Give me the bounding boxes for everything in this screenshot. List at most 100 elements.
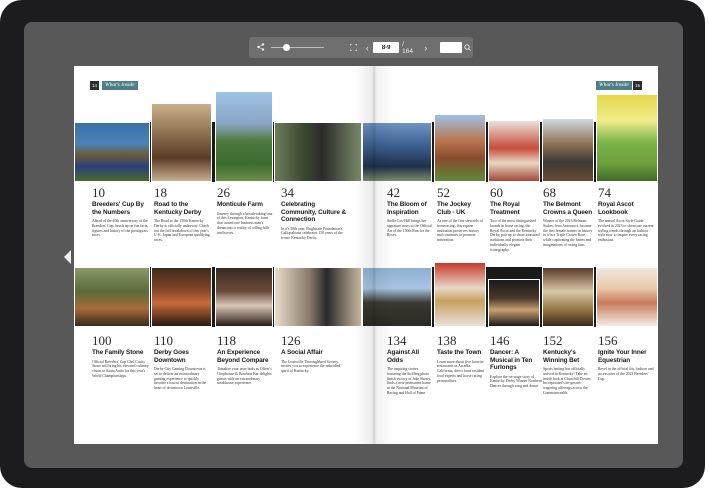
prev-page-button[interactable]: ‹ bbox=[362, 43, 374, 53]
toc-description: Learn more about five favorite restauran… bbox=[437, 359, 485, 383]
toc-title: The Belmont Crowns a Queen bbox=[543, 201, 593, 216]
toc-title: A Social Affair bbox=[281, 349, 323, 356]
toc-entry[interactable]: 138 Taste the Town Learn more about five… bbox=[437, 334, 485, 383]
right-page-number: 15 bbox=[633, 81, 642, 90]
toc-title: Road to the Kentucky Derby bbox=[154, 201, 202, 216]
museum-photo bbox=[362, 267, 432, 327]
toc-description: Explore the on-stage story of Kentucky D… bbox=[490, 374, 542, 389]
toc-page-number: 146 bbox=[490, 333, 510, 348]
toc-title: The Bloom of Inspiration bbox=[387, 201, 427, 216]
toc-page-number: 26 bbox=[217, 185, 230, 200]
left-page-number: 14 bbox=[90, 81, 99, 90]
toc-page-number: 18 bbox=[154, 185, 167, 200]
toc-title: Derby Goes Downtown bbox=[154, 349, 189, 364]
toc-title: Kentucky's Winning Bet bbox=[543, 349, 580, 364]
toc-page-number: 110 bbox=[154, 333, 174, 348]
toc-title: Monticule Farm bbox=[217, 201, 263, 208]
toc-description: Two of the most distinguished brands in … bbox=[490, 219, 540, 252]
toc-description: The Louisville Thoroughbred Society invi… bbox=[281, 359, 341, 374]
toc-title: The Family Stone bbox=[92, 349, 144, 356]
downtown-gaming-photo bbox=[151, 267, 212, 327]
toc-page-number: 52 bbox=[437, 185, 450, 200]
toc-page-number: 138 bbox=[437, 333, 457, 348]
toc-page-number: 156 bbox=[598, 333, 618, 348]
toc-page-number: 134 bbox=[387, 333, 407, 348]
toc-description: Sports betting has officially arrived in… bbox=[543, 367, 591, 395]
royal-treatment-photo bbox=[488, 120, 540, 182]
toc-description: The Road to the 150th Kentucky Derby is … bbox=[154, 219, 210, 243]
toc-entry[interactable]: 100 The Family Stone Official Breeders' … bbox=[92, 334, 150, 379]
toc-title: The Jockey Club - UK bbox=[437, 201, 471, 216]
toc-title: Against All Odds bbox=[387, 349, 420, 364]
tablet-frame: ‹ / 164 › 14 What's Inside What's Inside… bbox=[0, 0, 705, 488]
previous-spread-arrow[interactable] bbox=[64, 250, 71, 264]
toc-entry[interactable]: 60 The Royal Treatment Two of the most d… bbox=[490, 186, 540, 253]
steakhouse-photo bbox=[215, 267, 273, 327]
toc-entry[interactable]: 152 Kentucky's Winning Bet Sports bettin… bbox=[543, 334, 595, 396]
toc-title: The Royal Treatment bbox=[490, 201, 520, 216]
toc-entry[interactable]: 146 Dancer: A Musical in Ten Furlongs Ex… bbox=[490, 334, 542, 389]
toc-page-number: 118 bbox=[217, 333, 237, 348]
toc-entry[interactable]: 68 The Belmont Crowns a Queen Winner of … bbox=[543, 186, 595, 248]
toc-description: Official Breeders' Cup Chef Curtis Stone… bbox=[92, 359, 149, 378]
toc-entry[interactable]: 110 Derby Goes Downtown Derby City Gamin… bbox=[154, 334, 210, 391]
toc-page-number: 60 bbox=[490, 185, 503, 200]
right-section-label: What's Inside bbox=[596, 81, 632, 90]
jockey-club-photo bbox=[434, 114, 486, 182]
derby-horses-photo bbox=[151, 103, 212, 182]
toc-entry[interactable]: 74 Royal Ascot Lookbook The annual Ascot… bbox=[598, 186, 654, 243]
social-event-photo bbox=[274, 267, 362, 327]
toc-entry[interactable]: 26 Monticule Farm Journey through a brea… bbox=[217, 186, 273, 235]
toc-description: Journey through a breath-taking tour of … bbox=[217, 211, 273, 235]
toc-description: The inspiring stories featuring the thri… bbox=[387, 367, 431, 395]
sports-betting-photo bbox=[542, 267, 594, 327]
horse-statue-photo bbox=[274, 122, 362, 182]
restaurant-food-photo bbox=[434, 262, 486, 327]
royal-ascot-lookbook-photo bbox=[596, 94, 658, 182]
search-icon[interactable] bbox=[462, 43, 474, 53]
toc-title: An Experience Beyond Compare bbox=[217, 349, 269, 364]
equestrian-fashion-photo bbox=[596, 267, 658, 327]
share-icon[interactable] bbox=[255, 42, 267, 53]
next-page-button[interactable]: › bbox=[420, 43, 432, 53]
toc-title: Taste the Town bbox=[437, 349, 482, 356]
musical-photo bbox=[488, 279, 540, 327]
left-section-label: What's Inside bbox=[102, 81, 138, 90]
toc-page-number: 10 bbox=[92, 185, 105, 200]
toc-description: The annual Ascot Style Guide evolved in … bbox=[598, 219, 654, 243]
toc-title: Royal Ascot Lookbook bbox=[598, 201, 634, 216]
toc-title: Ignite Your Inner Equestrian bbox=[598, 349, 647, 364]
toc-page-number: 68 bbox=[543, 185, 556, 200]
magazine-spread: 14 What's Inside What's Inside 15 10 Bre… bbox=[74, 66, 658, 444]
toc-entry[interactable]: 134 Against All Odds The inspiring stori… bbox=[387, 334, 431, 396]
toc-page-number: 100 bbox=[92, 333, 112, 348]
toc-entry[interactable]: 118 An Experience Beyond Compare Tantali… bbox=[217, 334, 275, 386]
bottom-photo-band bbox=[74, 262, 658, 327]
zoom-slider[interactable] bbox=[270, 43, 325, 51]
toc-description: Stella Cox-Hill brings her signature ros… bbox=[387, 219, 432, 238]
racing-photo bbox=[74, 122, 150, 182]
toc-description: Winner of the 2023 Belmont Stakes, Jena … bbox=[543, 219, 593, 247]
page-number-input[interactable] bbox=[373, 42, 400, 53]
fullscreen-icon[interactable] bbox=[348, 43, 360, 53]
toc-description: In it's 50th year, Brightside Foundation… bbox=[281, 226, 343, 241]
total-pages-label: / 164 bbox=[402, 40, 414, 55]
zoom-slider-handle[interactable] bbox=[283, 43, 291, 51]
chef-photo bbox=[74, 267, 150, 327]
toc-description: As one of the first stewards of horserac… bbox=[437, 219, 483, 243]
search-input[interactable] bbox=[439, 42, 462, 53]
toc-entry[interactable]: 34 Celebrating Community, Culture & Conn… bbox=[281, 186, 351, 241]
toc-entry[interactable]: 42 The Bloom of Inspiration Stella Cox-H… bbox=[387, 186, 433, 238]
toc-entry[interactable]: 126 A Social Affair The Louisville Thoro… bbox=[281, 334, 343, 374]
toc-description: Ahead of the 40th anniversary of the Bre… bbox=[92, 219, 149, 238]
toc-entry[interactable]: 156 Ignite Your Inner Equestrian Revel i… bbox=[598, 334, 654, 381]
toc-entry[interactable]: 18 Road to the Kentucky Derby The Road t… bbox=[154, 186, 210, 243]
rose-art-photo bbox=[362, 122, 432, 182]
reader-toolbar: ‹ / 164 › bbox=[249, 37, 473, 58]
toc-entry[interactable]: 10 Breeders' Cup By the Numbers Ahead of… bbox=[92, 186, 150, 238]
toc-page-number: 126 bbox=[281, 333, 301, 348]
toc-entry[interactable]: 52 The Jockey Club - UK As one of the fi… bbox=[437, 186, 485, 243]
toc-title: Dancer: A Musical in Ten Furlongs bbox=[490, 349, 533, 371]
toc-page-number: 42 bbox=[387, 185, 400, 200]
toc-page-number: 74 bbox=[598, 185, 611, 200]
